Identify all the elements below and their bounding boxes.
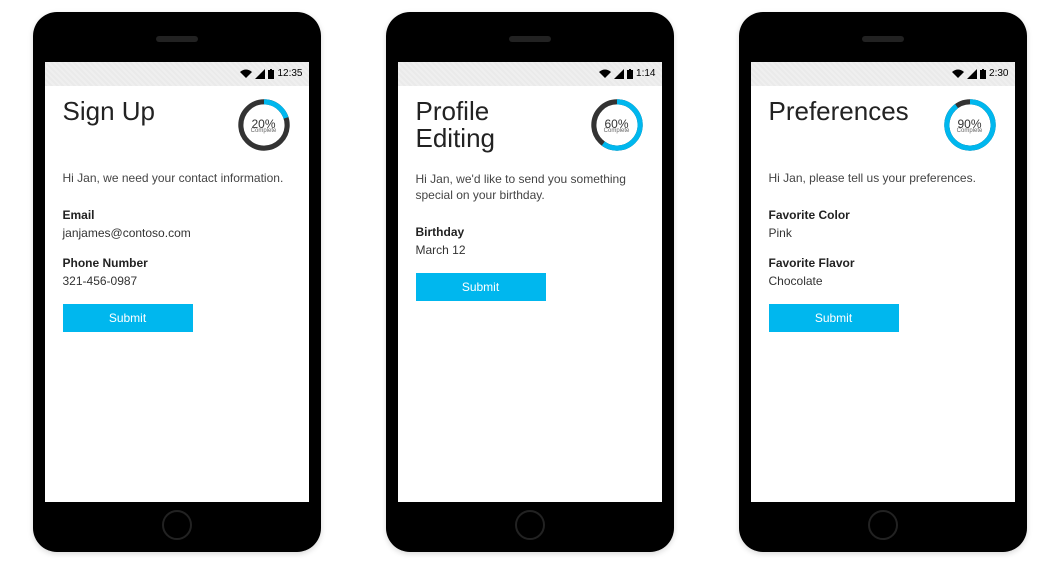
phone-speaker xyxy=(862,36,904,42)
wifi-icon xyxy=(599,69,611,79)
intro-text: Hi Jan, we need your contact information… xyxy=(63,170,291,186)
status-bar: 2:30 xyxy=(751,62,1015,86)
field-color: Favorite Color Pink xyxy=(769,208,997,240)
status-time: 1:14 xyxy=(636,69,655,79)
header-row: Sign Up 20% Complete xyxy=(63,98,291,152)
field-label: Favorite Flavor xyxy=(769,256,997,270)
phone-screen: 2:30 Preferences 90% Complete Hi Jan, pl… xyxy=(751,62,1015,502)
content-area: Sign Up 20% Complete Hi Jan, we need you… xyxy=(45,86,309,502)
wifi-icon xyxy=(240,69,252,79)
status-bar: 1:14 xyxy=(398,62,662,86)
header-row: Profile Editing 60% Complete xyxy=(416,98,644,153)
page-title: Preferences xyxy=(769,98,909,125)
field-flavor: Favorite Flavor Chocolate xyxy=(769,256,997,288)
submit-button[interactable]: Submit xyxy=(769,304,899,332)
wifi-icon xyxy=(952,69,964,79)
status-time: 2:30 xyxy=(989,69,1008,79)
battery-icon xyxy=(268,69,274,79)
progress-sublabel: Complete xyxy=(957,128,983,134)
page-title: Sign Up xyxy=(63,98,156,125)
field-label: Phone Number xyxy=(63,256,291,270)
phone-screen: 12:35 Sign Up 20% Complete Hi Jan, we ne… xyxy=(45,62,309,502)
field-value[interactable]: 321-456-0987 xyxy=(63,274,291,288)
field-label: Favorite Color xyxy=(769,208,997,222)
home-button[interactable] xyxy=(868,510,898,540)
cell-signal-icon xyxy=(614,69,624,79)
field-birthday: Birthday March 12 xyxy=(416,225,644,257)
cell-signal-icon xyxy=(967,69,977,79)
content-area: Preferences 90% Complete Hi Jan, please … xyxy=(751,86,1015,502)
content-area: Profile Editing 60% Complete Hi Jan, we'… xyxy=(398,86,662,502)
progress-sublabel: Complete xyxy=(251,128,277,134)
status-bar: 12:35 xyxy=(45,62,309,86)
status-time: 12:35 xyxy=(277,69,302,79)
home-button[interactable] xyxy=(162,510,192,540)
field-email: Email janjames@contoso.com xyxy=(63,208,291,240)
phone-frame: 12:35 Sign Up 20% Complete Hi Jan, we ne… xyxy=(33,12,321,552)
battery-icon xyxy=(980,69,986,79)
field-phone: Phone Number 321-456-0987 xyxy=(63,256,291,288)
header-row: Preferences 90% Complete xyxy=(769,98,997,152)
phone-frame: 1:14 Profile Editing 60% Complete Hi Jan… xyxy=(386,12,674,552)
battery-icon xyxy=(627,69,633,79)
page-title: Profile Editing xyxy=(416,98,566,153)
phone-speaker xyxy=(509,36,551,42)
intro-text: Hi Jan, we'd like to send you something … xyxy=(416,171,644,203)
progress-indicator: 20% Complete xyxy=(237,98,291,152)
progress-sublabel: Complete xyxy=(604,128,630,134)
field-value[interactable]: Chocolate xyxy=(769,274,997,288)
intro-text: Hi Jan, please tell us your preferences. xyxy=(769,170,997,186)
phone-speaker xyxy=(156,36,198,42)
field-label: Email xyxy=(63,208,291,222)
field-value[interactable]: March 12 xyxy=(416,243,644,257)
field-label: Birthday xyxy=(416,225,644,239)
submit-button[interactable]: Submit xyxy=(63,304,193,332)
field-value[interactable]: janjames@contoso.com xyxy=(63,226,291,240)
phone-screen: 1:14 Profile Editing 60% Complete Hi Jan… xyxy=(398,62,662,502)
phone-frame: 2:30 Preferences 90% Complete Hi Jan, pl… xyxy=(739,12,1027,552)
cell-signal-icon xyxy=(255,69,265,79)
field-value[interactable]: Pink xyxy=(769,226,997,240)
progress-indicator: 90% Complete xyxy=(943,98,997,152)
progress-indicator: 60% Complete xyxy=(590,98,644,152)
submit-button[interactable]: Submit xyxy=(416,273,546,301)
home-button[interactable] xyxy=(515,510,545,540)
